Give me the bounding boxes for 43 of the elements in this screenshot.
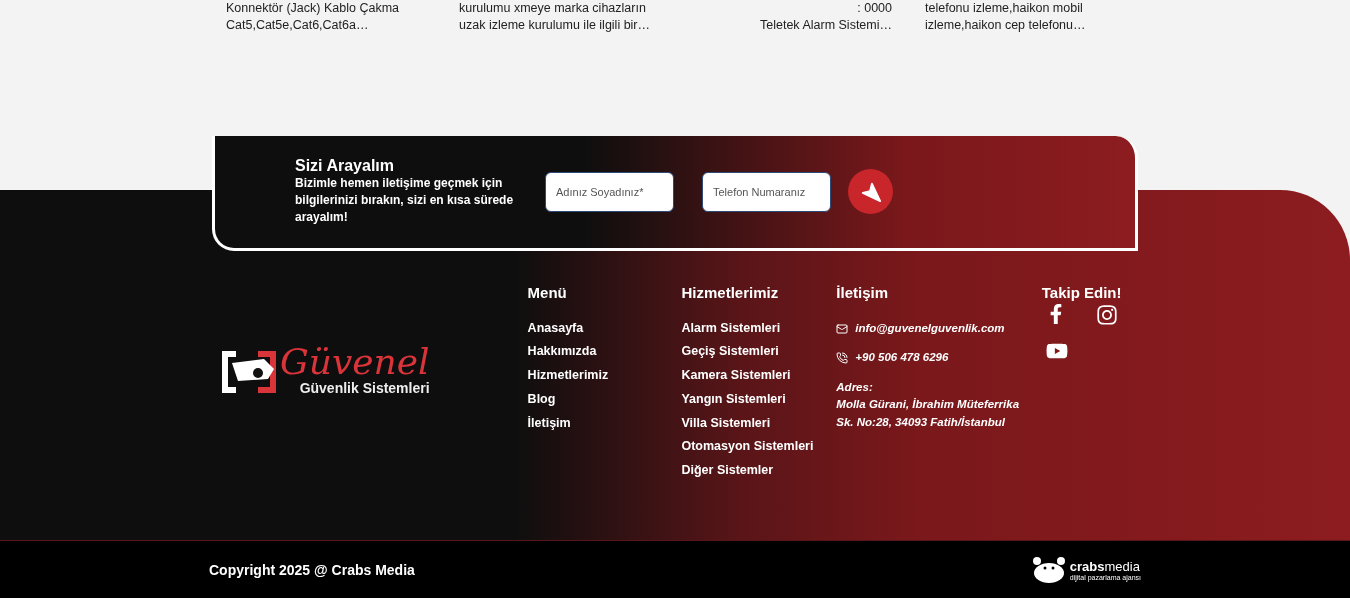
email-link[interactable]: info@guvenelguvenlik.com (855, 319, 1005, 338)
card-text: : 0000 (857, 0, 892, 17)
address-text: Sk. No:28, 34093 Fatih/İstanbul (836, 414, 1007, 430)
send-button[interactable] (848, 169, 893, 215)
crab-logo-icon (1031, 555, 1066, 584)
card-text: izleme,haikon cep telefonu… (925, 17, 1086, 34)
mail-icon (836, 322, 849, 335)
column-heading: Takip Edin! (1041, 283, 1123, 301)
address-label: Adres: (836, 379, 874, 395)
column-heading: Hizmetlerimiz (681, 283, 780, 301)
brand-name: Güvenel (280, 343, 430, 380)
address-text: Molla Gürani, İbrahim Müteferrika (836, 397, 1021, 413)
phone-link[interactable]: +90 506 478 6296 (855, 349, 949, 367)
footer-link[interactable]: Alarm Sistemleri (681, 319, 837, 336)
card-text: telefonu izleme,haikon mobil (925, 0, 1083, 17)
footer-link[interactable]: Diğer Sistemler (681, 461, 837, 478)
footer-link[interactable]: Otomasyon Sistemleri (681, 438, 837, 455)
footer-link[interactable]: İletişim (527, 414, 682, 431)
card-text: uzak izleme kurulumu ile ilgili bir… (459, 17, 651, 34)
footer-link[interactable]: Kamera Sistemleri (681, 367, 837, 384)
callback-text: Bizimle hemen iletişime geçmek için bilgilerinizi bırakın, sizi en kısa sürede arayalım! (295, 175, 515, 227)
copyright-text: Copyright 2025 @ Crabs Media (209, 561, 415, 578)
footer-link[interactable]: Anasayfa (527, 319, 682, 336)
card-text: Teletek Alarm Sistemi… (760, 17, 892, 34)
card-text: Konnektör (Jack) Kablo Çakma (226, 0, 399, 17)
phone-icon (836, 352, 849, 364)
footer-link[interactable]: Blog (527, 390, 682, 407)
footer-link[interactable]: Yangın Sistemleri (681, 390, 837, 407)
footer-link[interactable]: Hakkımızda (527, 343, 682, 360)
input-field[interactable]: Adınız Soyadınız* (545, 171, 674, 212)
navigation-arrow-icon (859, 180, 882, 203)
card-text: Cat5,Cat5e,Cat6,Cat6a… (226, 17, 369, 34)
column-heading: İletişim (836, 283, 889, 301)
footer-link[interactable]: Hizmetlerimiz (527, 367, 682, 384)
footer-link[interactable]: Villa Sistemleri (681, 414, 837, 431)
brand-tagline: Güvenlik Sistemleri (299, 379, 430, 396)
column-heading: Menü (527, 283, 568, 301)
input-field[interactable]: Telefon Numaranız (702, 171, 831, 212)
card-text: kurulumu xmeye marka cihazların (459, 0, 646, 17)
callback-title: Sizi Arayalım (295, 157, 395, 176)
instagram-icon[interactable] (1095, 303, 1118, 326)
agency-name: crabsmedia (1069, 558, 1141, 574)
footer-link[interactable]: Geçiş Sistemleri (681, 343, 837, 360)
